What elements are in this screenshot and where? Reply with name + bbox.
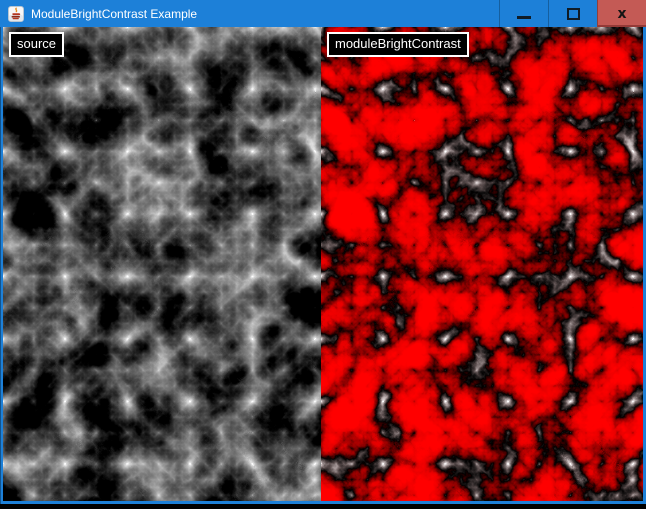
window-controls: x	[499, 0, 646, 27]
window-title: ModuleBrightContrast Example	[31, 7, 499, 21]
maximize-button[interactable]	[548, 0, 597, 27]
source-image-label: source	[9, 32, 64, 57]
titlebar[interactable]: ModuleBrightContrast Example x	[0, 0, 646, 27]
minimize-button[interactable]	[499, 0, 548, 27]
source-image	[3, 27, 321, 501]
maximize-icon	[567, 8, 580, 20]
source-image-panel: source	[3, 27, 321, 501]
app-window: ModuleBrightContrast Example x source mo	[0, 0, 646, 504]
processed-image-panel: moduleBrightContrast	[321, 27, 643, 501]
java-coffee-cup-icon	[8, 6, 24, 22]
close-icon: x	[617, 7, 626, 21]
minimize-icon	[517, 16, 531, 19]
screenshot-root: { "window": { "title": "ModuleBrightCont…	[0, 0, 646, 509]
processed-image	[321, 27, 643, 501]
processed-image-label: moduleBrightContrast	[327, 32, 469, 57]
image-display-area: source moduleBrightContrast	[3, 27, 643, 501]
close-button[interactable]: x	[597, 0, 646, 27]
